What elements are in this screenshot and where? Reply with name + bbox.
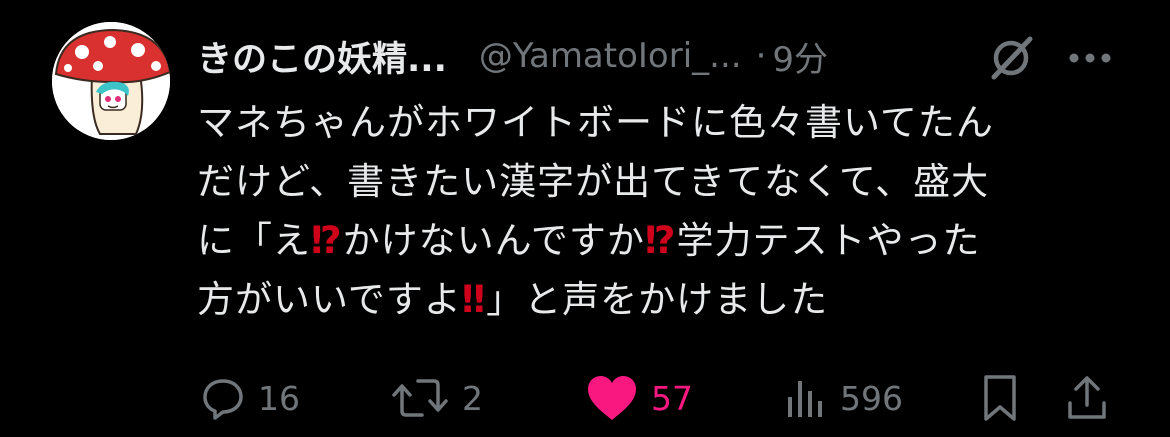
repost-count: 2 <box>462 378 483 418</box>
text-segment: に「え <box>197 219 311 262</box>
exclamation-question-emoji: ⁉ <box>311 219 343 262</box>
display-name[interactable]: きのこの妖精... <box>197 31 447 82</box>
tweet-text-line: に「え⁉かけないんですか⁉学力テストやった <box>197 211 1127 270</box>
bookmark-icon <box>984 375 1016 421</box>
text-segment: 」と声をかけました <box>486 278 829 321</box>
exclamation-question-emoji: ⁉ <box>644 219 677 262</box>
repost-button[interactable]: 2 <box>390 372 483 424</box>
tweet-text-line: 方がいいですよ‼」と声をかけました <box>197 270 1127 329</box>
double-exclamation-emoji: ‼ <box>461 278 487 321</box>
text-segment: 学力テストやった <box>676 219 981 262</box>
separator-dot: · <box>755 36 767 76</box>
views-icon <box>788 381 822 417</box>
text-segment: 方がいいですよ <box>197 278 462 321</box>
tweet-text-line: マネちゃんがホワイトボードに色々書いてたん <box>197 93 1127 152</box>
repost-icon <box>392 379 448 417</box>
timestamp[interactable]: 9分 <box>772 32 828 81</box>
tweet-text: マネちゃんがホワイトボードに色々書いてたん だけど、書きたい漢字が出てきてなくて… <box>197 93 1127 329</box>
more-icon[interactable] <box>1066 40 1114 76</box>
user-handle[interactable]: @YamatoIori_... <box>479 36 742 76</box>
views-count: 596 <box>840 378 903 418</box>
tweet[interactable]: きのこの妖精... @YamatoIori_... · 9分 マネちゃんがホワイ… <box>0 0 1170 437</box>
tweet-header: きのこの妖精... @YamatoIori_... · 9分 <box>197 30 828 82</box>
views-button[interactable]: 596 <box>782 372 903 424</box>
like-button[interactable]: 57 <box>585 372 693 424</box>
reply-button[interactable]: 16 <box>200 372 300 424</box>
text-segment: マネちゃんがホワイトボードに色々書いてたん <box>197 101 994 144</box>
text-segment: かけないんですか <box>342 219 645 262</box>
avatar[interactable] <box>52 22 170 140</box>
action-bar: 16 2 57 596 <box>0 372 1170 424</box>
like-count: 57 <box>651 378 693 418</box>
reply-icon <box>203 379 243 420</box>
share-button[interactable] <box>1064 372 1110 424</box>
tweet-text-line: だけど、書きたい漢字が出てきてなくて、盛大 <box>197 152 1127 211</box>
bookmark-button[interactable] <box>978 372 1022 424</box>
text-segment: だけど、書きたい漢字が出てきてなくて、盛大 <box>197 160 990 203</box>
heart-icon <box>588 376 636 420</box>
mushroom-avatar-icon <box>52 22 170 140</box>
reply-count: 16 <box>258 378 300 418</box>
share-icon <box>1068 376 1106 419</box>
grok-icon[interactable] <box>986 33 1036 83</box>
